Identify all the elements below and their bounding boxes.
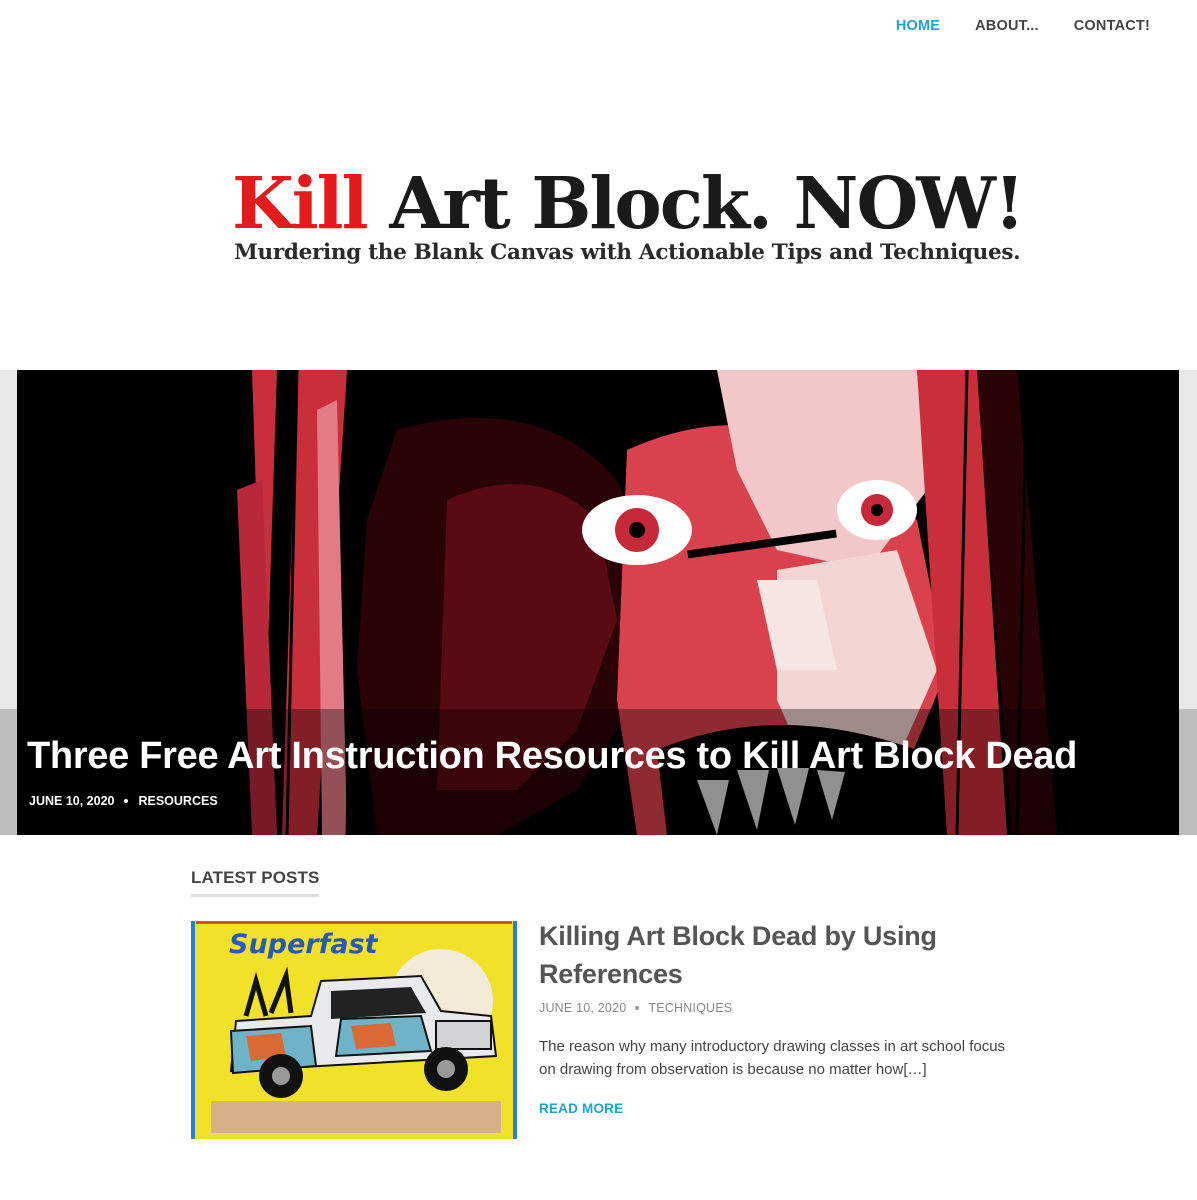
thumb-title-text: Superfast xyxy=(229,929,379,960)
hero-band-shade-left xyxy=(0,709,17,835)
nav-home[interactable]: HOME xyxy=(896,16,940,36)
hero-post-title[interactable]: Three Free Art Instruction Resources to … xyxy=(27,735,1077,778)
main-nav: HOME ABOUT... CONTACT! xyxy=(861,16,1150,36)
latest-posts-heading: LATEST POSTS xyxy=(191,868,320,897)
hero-band-shade-right xyxy=(1179,709,1197,835)
post-date[interactable]: JUNE 10, 2020 xyxy=(539,1001,626,1015)
hero-post-date[interactable]: JUNE 10, 2020 xyxy=(29,794,114,808)
post-meta: JUNE 10, 2020 TECHNIQUES xyxy=(539,1001,732,1015)
read-more-link[interactable]: READ MORE xyxy=(539,1101,623,1116)
post-thumbnail-illustration: Superfast xyxy=(191,921,517,1139)
post-category[interactable]: TECHNIQUES xyxy=(648,1001,732,1015)
post-thumbnail[interactable]: Superfast xyxy=(191,921,517,1139)
meta-separator-dot xyxy=(635,1006,640,1010)
post-excerpt: The reason why many introductory drawing… xyxy=(539,1038,1006,1078)
site-logo[interactable]: Kill Art Block. NOW! Murdering the Blank… xyxy=(232,163,1025,273)
logo-tagline: Murdering the Blank Canvas with Actionab… xyxy=(234,240,1021,265)
logo-rest-words: Art Block. NOW! xyxy=(366,161,1025,245)
logo-kill-word: Kill xyxy=(232,161,369,245)
nav-about[interactable]: ABOUT... xyxy=(975,16,1039,36)
nav-contact[interactable]: CONTACT! xyxy=(1074,16,1150,36)
logo-title: Kill Art Block. NOW! xyxy=(232,161,1025,245)
hero-featured-post[interactable]: Three Free Art Instruction Resources to … xyxy=(17,370,1179,835)
meta-separator-dot xyxy=(124,799,129,803)
hero-post-category[interactable]: RESOURCES xyxy=(138,794,217,808)
post-title[interactable]: Killing Art Block Dead by Using Referenc… xyxy=(539,917,1009,993)
hero-post-meta: JUNE 10, 2020 RESOURCES xyxy=(29,794,218,808)
